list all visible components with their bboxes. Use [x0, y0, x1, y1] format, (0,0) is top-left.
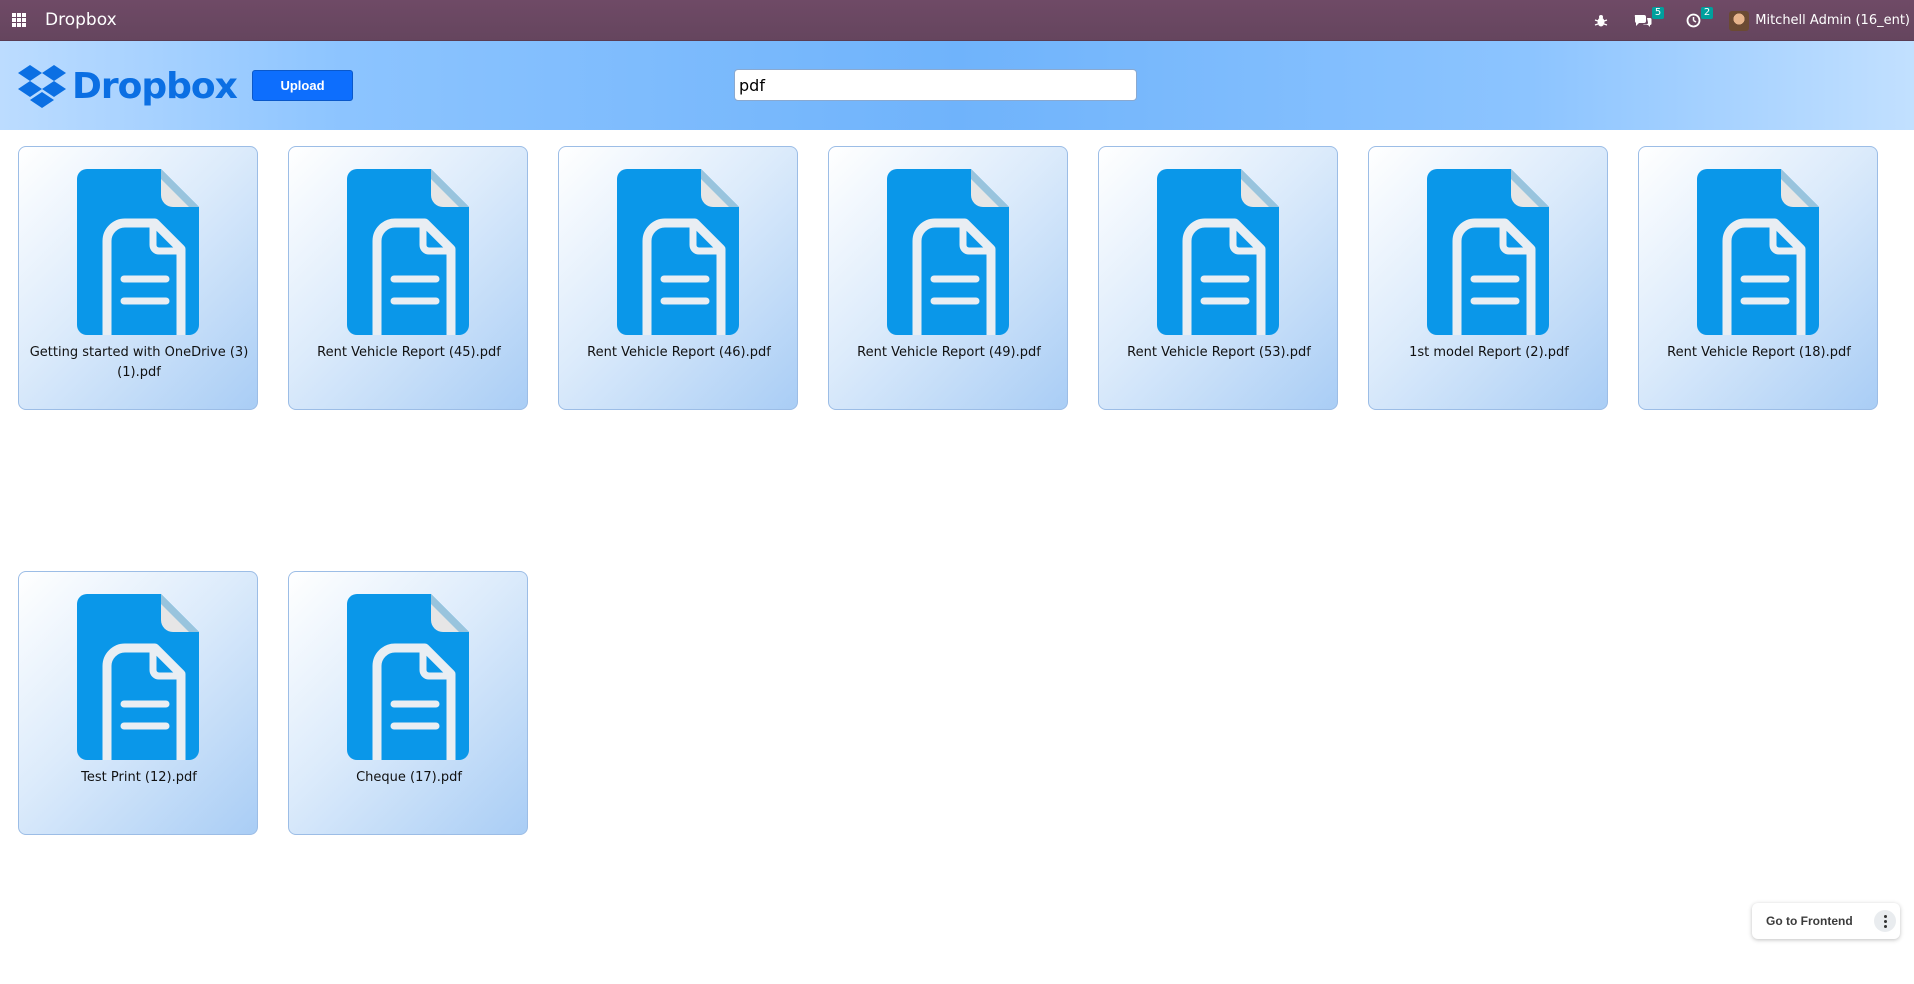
- top-navbar: Dropbox 5 2 Mitchell Admin (16_ent): [0, 0, 1914, 41]
- chat-icon: [1634, 15, 1652, 27]
- avatar: [1729, 10, 1750, 31]
- file-name: Cheque (17).pdf: [356, 770, 462, 785]
- file-name: Rent Vehicle Report (49).pdf: [857, 345, 1041, 360]
- document-icon: [1427, 169, 1549, 335]
- document-icon: [347, 594, 469, 760]
- user-name: Mitchell Admin (16_ent): [1755, 13, 1910, 28]
- messages-count-badge: 5: [1651, 7, 1665, 19]
- activities-count-badge: 2: [1700, 7, 1714, 19]
- file-name: 1st model Report (2).pdf: [1409, 345, 1569, 360]
- logo-text: Dropbox: [72, 65, 238, 107]
- file-name: Rent Vehicle Report (18).pdf: [1667, 345, 1851, 360]
- clock-icon: [1686, 13, 1701, 28]
- file-name: Rent Vehicle Report (46).pdf: [587, 345, 771, 360]
- file-card[interactable]: Rent Vehicle Report (46).pdf: [558, 146, 798, 410]
- search-input[interactable]: [734, 69, 1137, 101]
- document-icon: [77, 169, 199, 335]
- file-card[interactable]: Cheque (17).pdf: [288, 571, 528, 835]
- file-card[interactable]: Rent Vehicle Report (53).pdf: [1098, 146, 1338, 410]
- kebab-icon[interactable]: [1874, 910, 1896, 932]
- messages-menu[interactable]: 5: [1634, 7, 1665, 28]
- document-icon: [77, 594, 199, 760]
- file-card[interactable]: Rent Vehicle Report (45).pdf: [288, 146, 528, 410]
- file-card[interactable]: Rent Vehicle Report (49).pdf: [828, 146, 1068, 410]
- file-card[interactable]: Test Print (12).pdf: [18, 571, 258, 835]
- file-name: Getting started with OneDrive (3) (1).pd…: [29, 345, 249, 380]
- file-name: Rent Vehicle Report (53).pdf: [1127, 345, 1311, 360]
- dropbox-logo: Dropbox: [18, 63, 238, 109]
- header-band: Dropbox Upload: [0, 41, 1914, 130]
- file-card[interactable]: Getting started with OneDrive (3) (1).pd…: [18, 146, 258, 410]
- document-icon: [887, 169, 1009, 335]
- bug-icon: [1595, 14, 1608, 26]
- file-name: Test Print (12).pdf: [81, 770, 197, 785]
- dropbox-logo-icon: [18, 65, 66, 108]
- apps-grid-icon[interactable]: [12, 13, 26, 27]
- user-menu[interactable]: Mitchell Admin (16_ent): [1729, 10, 1910, 31]
- file-card[interactable]: 1st model Report (2).pdf: [1368, 146, 1608, 410]
- frontend-toolbar: Go to Frontend: [1752, 903, 1900, 939]
- debug-toggle[interactable]: [1594, 14, 1608, 28]
- file-card[interactable]: Rent Vehicle Report (18).pdf: [1638, 146, 1878, 410]
- activities-menu[interactable]: 2: [1686, 7, 1714, 28]
- navbar-systray: 5 2 Mitchell Admin (16_ent): [1594, 0, 1914, 41]
- document-icon: [1697, 169, 1819, 335]
- app-title[interactable]: Dropbox: [45, 10, 117, 30]
- document-icon: [1157, 169, 1279, 335]
- file-name: Rent Vehicle Report (45).pdf: [317, 345, 501, 360]
- document-icon: [617, 169, 739, 335]
- document-icon: [347, 169, 469, 335]
- upload-button[interactable]: Upload: [252, 70, 353, 101]
- go-to-frontend-button[interactable]: Go to Frontend: [1766, 914, 1853, 928]
